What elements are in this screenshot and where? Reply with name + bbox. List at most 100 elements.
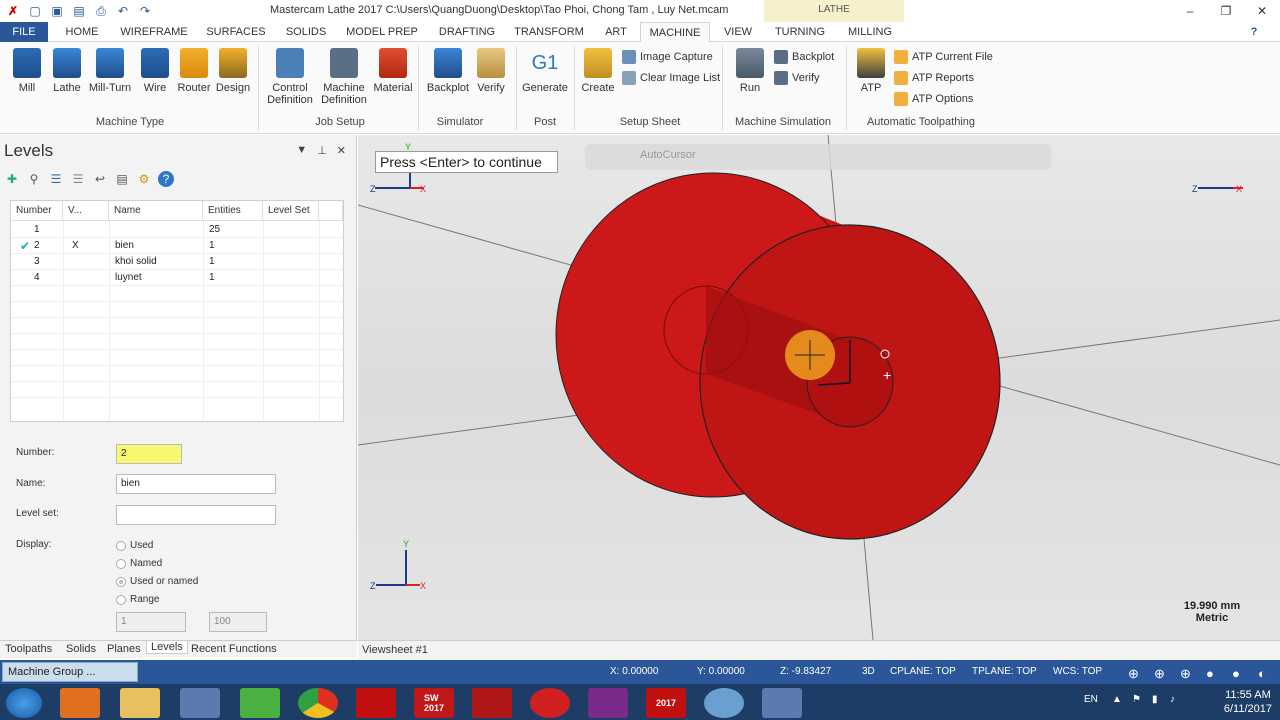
atp-current-file-button[interactable]: ATP Current File: [894, 48, 993, 66]
explorer-icon[interactable]: [120, 688, 160, 718]
volume-icon[interactable]: ♪: [1170, 694, 1175, 705]
backplot-button[interactable]: Backplot: [426, 48, 470, 94]
tab-planes[interactable]: Planes: [107, 643, 141, 655]
tab-model-prep[interactable]: MODEL PREP: [342, 22, 422, 42]
atp-options-button[interactable]: ATP Options: [894, 90, 973, 108]
render-icon[interactable]: ●: [1232, 666, 1240, 681]
mill-button[interactable]: Mill: [12, 48, 42, 94]
help-icon[interactable]: ?: [1244, 22, 1264, 42]
create-button[interactable]: Create: [580, 48, 616, 94]
app-doc-icon[interactable]: [762, 688, 802, 718]
pin-icon[interactable]: ⊥: [317, 144, 327, 157]
model-canvas[interactable]: + Y Z X Y Z X Z X: [358, 135, 1280, 640]
design-button[interactable]: Design: [214, 48, 252, 94]
redo-icon[interactable]: ↷: [136, 2, 154, 20]
tray-arrow-icon[interactable]: ▲: [1112, 694, 1122, 705]
language-indicator[interactable]: EN: [1084, 694, 1098, 705]
layers-icon[interactable]: ☰: [48, 171, 64, 187]
radio-named[interactable]: Named: [116, 558, 162, 569]
computer-icon[interactable]: [180, 688, 220, 718]
col-visible[interactable]: V...: [63, 201, 109, 221]
tab-wireframe[interactable]: WIREFRAME: [116, 22, 192, 42]
ms-verify-button[interactable]: Verify: [774, 69, 820, 87]
dropdown-icon[interactable]: ▼: [296, 144, 307, 157]
layers-alt-icon[interactable]: ☰: [70, 171, 86, 187]
wcs-status[interactable]: WCS: TOP: [1053, 666, 1102, 677]
router-button[interactable]: Router: [176, 48, 212, 94]
save-icon[interactable]: ▣: [48, 2, 66, 20]
solidworks-icon[interactable]: SW 2017: [414, 688, 454, 718]
mill-turn-button[interactable]: Mill-Turn: [86, 48, 134, 94]
atp-button[interactable]: ATP: [856, 48, 886, 94]
material-button[interactable]: Material: [372, 48, 414, 94]
find-icon[interactable]: ⚲: [26, 171, 42, 187]
tab-transform[interactable]: TRANSFORM: [512, 22, 586, 42]
network-icon[interactable]: ▮: [1152, 694, 1158, 705]
app-grid-icon[interactable]: [472, 688, 512, 718]
shade-icon[interactable]: ●: [1206, 666, 1214, 681]
viewsheet-tab[interactable]: Viewsheet #1: [362, 644, 428, 656]
back-icon[interactable]: ↩: [92, 171, 108, 187]
col-number[interactable]: Number: [11, 201, 63, 221]
run-button[interactable]: Run: [734, 48, 766, 94]
globe-alt-icon[interactable]: ⊕: [1154, 666, 1165, 682]
radio-used[interactable]: Used: [116, 540, 153, 551]
tab-milling[interactable]: MILLING: [842, 22, 898, 42]
ms-backplot-button[interactable]: Backplot: [774, 48, 834, 66]
atp-reports-button[interactable]: ATP Reports: [894, 69, 974, 87]
radio-range[interactable]: Range: [116, 594, 159, 605]
restore-icon[interactable]: ❐: [1208, 0, 1244, 22]
doc-icon[interactable]: ▤: [114, 171, 130, 187]
tab-levels[interactable]: Levels: [146, 641, 188, 654]
view-mode[interactable]: 3D: [862, 666, 875, 677]
outline-icon[interactable]: ◐: [1258, 666, 1266, 681]
image-capture-button[interactable]: Image Capture: [622, 48, 713, 66]
paint-icon[interactable]: [704, 688, 744, 718]
control-definition-button[interactable]: Control Definition: [264, 48, 316, 106]
start-icon[interactable]: [6, 688, 42, 718]
print-icon[interactable]: ⎙: [92, 2, 110, 20]
tab-drafting[interactable]: DRAFTING: [432, 22, 502, 42]
col-entities[interactable]: Entities: [203, 201, 263, 221]
globe-icon[interactable]: ⊕: [1128, 666, 1139, 682]
verify-button[interactable]: Verify: [474, 48, 508, 94]
app-orange-icon[interactable]: [530, 688, 570, 718]
tab-solids[interactable]: Solids: [66, 643, 96, 655]
globe-wire-icon[interactable]: ⊕: [1180, 666, 1191, 682]
flag-icon[interactable]: ⚑: [1132, 694, 1141, 705]
undo-icon[interactable]: ↶: [114, 2, 132, 20]
gear-icon[interactable]: ⚙: [136, 171, 152, 187]
tab-solids[interactable]: SOLIDS: [280, 22, 332, 42]
tab-art[interactable]: ART: [596, 22, 636, 42]
autocursor-label[interactable]: AutoCursor: [640, 149, 696, 161]
new-file-icon[interactable]: ▢: [26, 2, 44, 20]
graphics-viewport[interactable]: + Y Z X Y Z X Z X: [358, 135, 1280, 640]
cplane-status[interactable]: CPLANE: TOP: [890, 666, 956, 677]
tab-home[interactable]: HOME: [58, 22, 106, 42]
tab-view[interactable]: VIEW: [716, 22, 760, 42]
tab-machine[interactable]: MACHINE: [640, 22, 710, 42]
tab-recent-functions[interactable]: Recent Functions: [191, 643, 277, 655]
tab-file[interactable]: FILE: [0, 22, 48, 42]
app-green-icon[interactable]: [240, 688, 280, 718]
mastercam-icon[interactable]: 2017: [646, 688, 686, 718]
number-field[interactable]: 2: [116, 444, 182, 464]
clear-image-list-button[interactable]: Clear Image List: [622, 69, 720, 87]
tab-surfaces[interactable]: SURFACES: [202, 22, 270, 42]
chrome-icon[interactable]: [298, 688, 338, 718]
clock[interactable]: 11:55 AM 6/11/2017: [1224, 688, 1272, 716]
machine-definition-button[interactable]: Machine Definition: [318, 48, 370, 106]
media-player-icon[interactable]: [60, 688, 100, 718]
lathe-button[interactable]: Lathe: [50, 48, 84, 94]
tab-turning[interactable]: TURNING: [770, 22, 830, 42]
close-panel-icon[interactable]: ✕: [337, 144, 346, 157]
wire-button[interactable]: Wire: [140, 48, 170, 94]
machine-group-tab[interactable]: Machine Group ...: [2, 662, 138, 682]
range-from-field[interactable]: 1: [116, 612, 186, 632]
tab-toolpaths[interactable]: Toolpaths: [5, 643, 52, 655]
generate-button[interactable]: G1 Generate: [522, 48, 568, 94]
col-level-set[interactable]: Level Set: [263, 201, 319, 221]
add-level-icon[interactable]: ✚: [4, 171, 20, 187]
col-name[interactable]: Name: [109, 201, 203, 221]
app-red-icon[interactable]: [356, 688, 396, 718]
